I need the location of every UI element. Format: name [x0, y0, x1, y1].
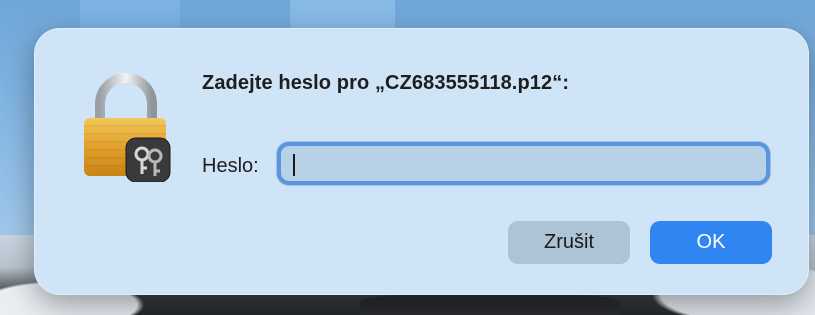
cancel-button[interactable]: Zrušit — [508, 221, 630, 264]
text-caret — [293, 154, 295, 176]
password-dialog: Zadejte heslo pro „CZ683555118.p12“: Hes… — [34, 28, 809, 295]
ok-button[interactable]: OK — [650, 221, 772, 264]
password-field[interactable] — [277, 142, 770, 185]
password-input[interactable] — [281, 146, 766, 181]
password-label: Heslo: — [202, 155, 259, 177]
wallpaper-rock — [360, 293, 620, 315]
keychain-lock-icon — [78, 70, 174, 183]
dialog-title: Zadejte heslo pro „CZ683555118.p12“: — [202, 72, 570, 94]
